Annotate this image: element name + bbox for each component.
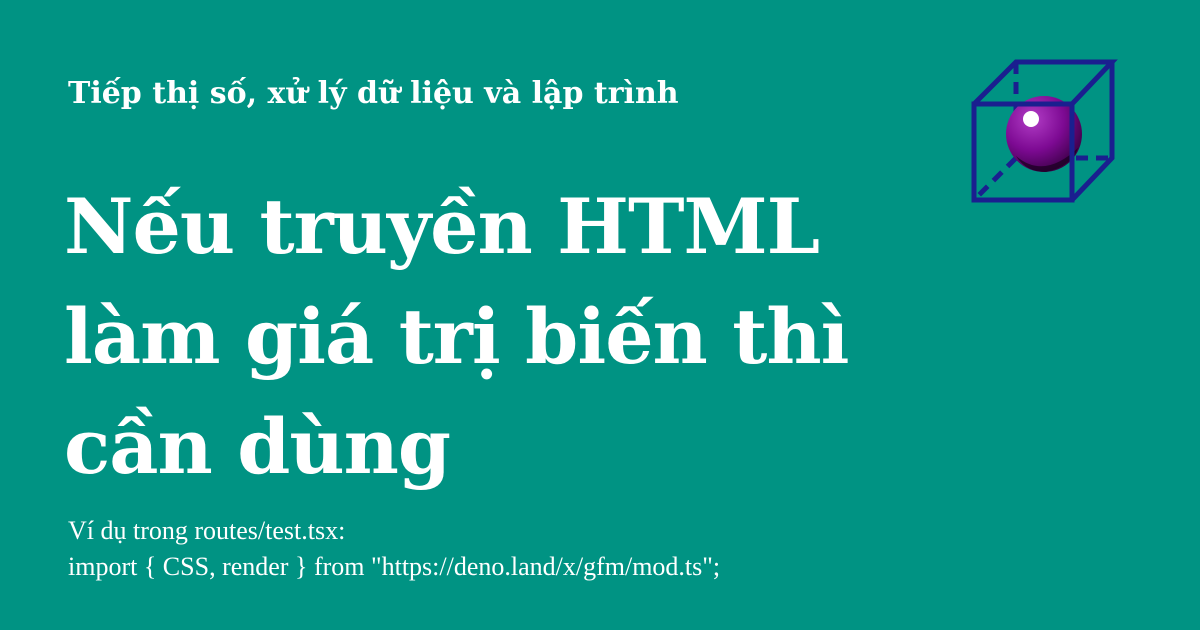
page-title: Nếu truyền HTML làm giá trị biến thì cần… [64,182,850,491]
description: Ví dụ trong routes/test.tsx: import { CS… [68,513,720,585]
og-card: Tiếp thị số, xử lý dữ liệu và lập trình … [0,0,1200,630]
site-tagline: Tiếp thị số, xử lý dữ liệu và lập trình [68,76,679,111]
description-line-1: Ví dụ trong routes/test.tsx: [68,516,346,545]
cube-with-sphere-icon [971,59,1118,203]
description-line-2: import { CSS, render } from "https://den… [68,552,721,581]
